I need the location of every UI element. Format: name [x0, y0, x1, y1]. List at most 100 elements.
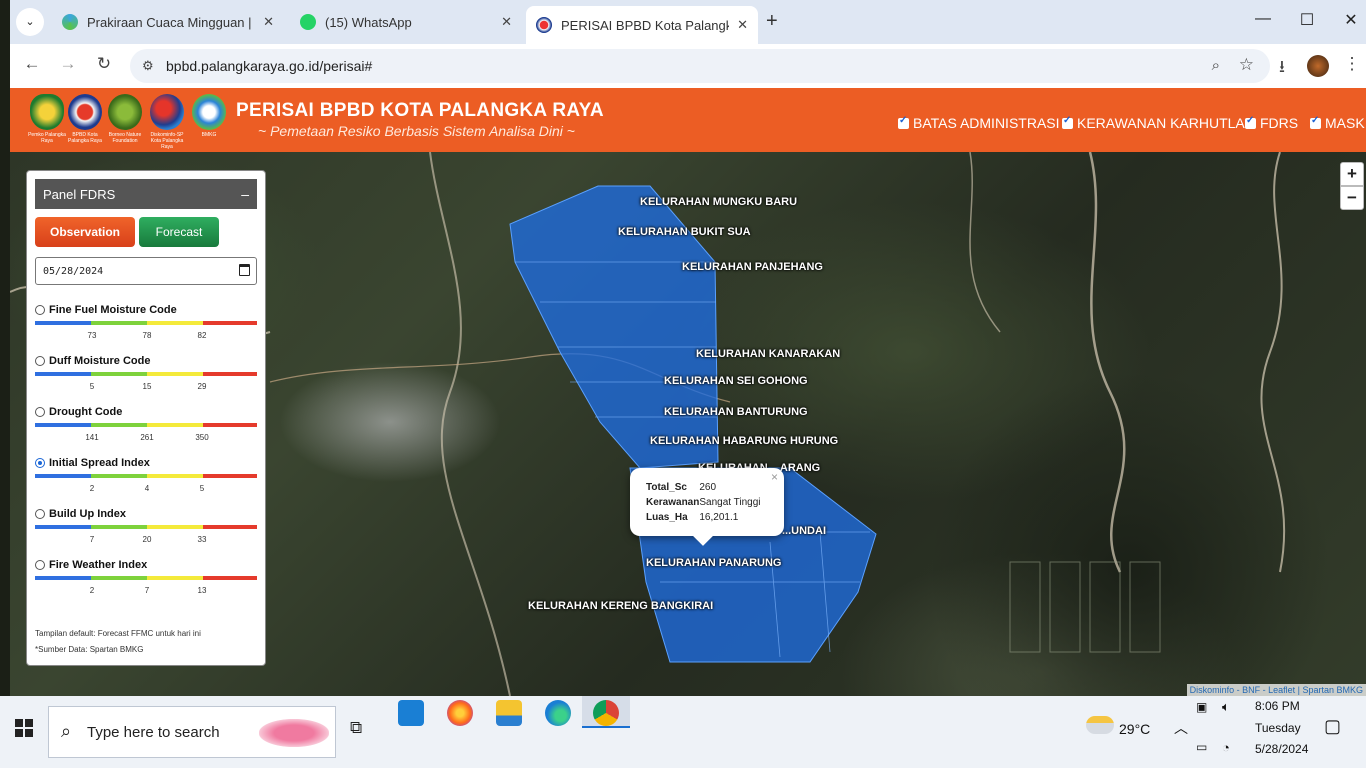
- index-label: Initial Spread Index: [49, 457, 150, 469]
- scale-segment: [203, 525, 257, 529]
- edge-icon[interactable]: [545, 700, 571, 726]
- calendar-icon[interactable]: [239, 264, 250, 276]
- radio-unselected[interactable]: [35, 305, 45, 315]
- map-attribution[interactable]: Diskominfo - BNF - Leaflet | Spartan BMK…: [1186, 684, 1366, 696]
- scale-threshold-label: 2: [89, 484, 95, 493]
- fdrs-index-option[interactable]: Duff Moisture Code 5 15 29: [35, 355, 257, 404]
- tab-bmkg[interactable]: Prakiraan Cuaca Mingguan | BMKG ✕: [52, 6, 284, 38]
- scale-segment: [35, 576, 91, 580]
- chrome-active-app[interactable]: [582, 696, 630, 728]
- search-highlight-icon: [259, 719, 329, 747]
- back-icon[interactable]: ←: [20, 54, 44, 74]
- tray-chevron-icon[interactable]: ︿: [1174, 718, 1188, 738]
- popup-row: Luas_Ha 16,201.1: [646, 510, 761, 525]
- clock-time[interactable]: 8:06 PM: [1255, 699, 1300, 713]
- new-tab-button[interactable]: +: [766, 10, 778, 33]
- scale-segment: [91, 321, 147, 325]
- task-view-icon[interactable]: ⧉: [350, 718, 362, 738]
- index-color-scale: [35, 423, 257, 427]
- popup-close-icon[interactable]: ×: [771, 470, 778, 484]
- scale-segment: [35, 474, 91, 478]
- scale-threshold-label: 5: [199, 484, 205, 493]
- layer-toggle-kerawanan-karhutla[interactable]: KERAWANAN KARHUTLA: [1062, 115, 1245, 131]
- menu-icon[interactable]: ⋮: [1340, 54, 1364, 74]
- tab-title: PERISAI BPBD Kota Palangka Raya: [561, 17, 729, 33]
- file-explorer-icon[interactable]: [496, 700, 522, 726]
- fdrs-index-option[interactable]: Fine Fuel Moisture Code 73 78 82: [35, 304, 257, 353]
- index-color-scale: [35, 474, 257, 478]
- windows-taskbar: ⌕ Type here to search ⧉ 29°C ︿ ▣ 🔈︎ ▭ ◔ …: [0, 696, 1366, 768]
- popup-key: Total_Sc: [646, 482, 687, 493]
- scale-threshold-label: 7: [89, 535, 95, 544]
- tab-list-dropdown-button[interactable]: ⌄: [16, 8, 44, 36]
- scale-threshold-label: 33: [197, 535, 207, 544]
- scale-segment: [203, 372, 257, 376]
- profile-avatar[interactable]: [1307, 55, 1329, 77]
- fdrs-index-option[interactable]: Initial Spread Index 2 4 5: [35, 457, 257, 506]
- index-color-scale: [35, 321, 257, 325]
- panel-minimize-button[interactable]: –: [241, 186, 249, 202]
- popup-value: 16,201.1: [699, 512, 739, 523]
- fdrs-index-option[interactable]: Drought Code 141 261 350: [35, 406, 257, 455]
- layer-toggle-mask[interactable]: MASK: [1310, 115, 1365, 131]
- radio-unselected[interactable]: [35, 560, 45, 570]
- kelurahan-label: KELURAHAN BANTURUNG: [664, 406, 808, 418]
- maximize-window-button[interactable]: ☐: [1292, 10, 1322, 30]
- kelurahan-label: KELURAHAN SEI GOHONG: [664, 375, 808, 387]
- clock-day[interactable]: Tuesday: [1255, 721, 1301, 735]
- taskbar-search-box[interactable]: ⌕ Type here to search: [48, 706, 336, 758]
- checkbox-checked-icon[interactable]: [898, 115, 909, 129]
- zoom-out-button[interactable]: −: [1340, 186, 1364, 210]
- radio-unselected[interactable]: [35, 509, 45, 519]
- layer-toggle-fdrs[interactable]: FDRS: [1245, 115, 1298, 131]
- download-icon[interactable]: ⭳: [1270, 54, 1294, 83]
- forward-icon[interactable]: →: [56, 54, 80, 74]
- tray-app-icon[interactable]: ▣: [1196, 700, 1207, 714]
- logo-caption: Borneo Nature Foundation: [108, 132, 142, 144]
- index-label: Fire Weather Index: [49, 559, 148, 571]
- mail-icon[interactable]: [398, 700, 424, 726]
- fdrs-index-option[interactable]: Build Up Index 7 20 33: [35, 508, 257, 557]
- weather-temperature[interactable]: 29°C: [1119, 721, 1150, 737]
- scale-segment: [147, 321, 203, 325]
- windows-start-icon[interactable]: [15, 719, 33, 737]
- radio-selected[interactable]: [35, 458, 45, 468]
- wifi-icon[interactable]: ◔: [1222, 740, 1230, 755]
- radio-unselected[interactable]: [35, 356, 45, 366]
- firefox-icon[interactable]: [447, 700, 473, 726]
- scale-threshold-label: 29: [197, 382, 207, 391]
- observation-button[interactable]: Observation: [35, 217, 135, 247]
- tab-whatsapp[interactable]: (15) WhatsApp ✕: [290, 6, 522, 38]
- reload-icon[interactable]: ↻: [92, 54, 116, 74]
- date-input[interactable]: 05/28/2024: [35, 257, 257, 285]
- checkbox-checked-icon[interactable]: [1062, 115, 1073, 129]
- zoom-search-icon[interactable]: ⌕: [1212, 57, 1220, 74]
- checkbox-checked-icon[interactable]: [1245, 115, 1256, 129]
- diskominfo-logo-icon: [150, 94, 184, 130]
- scale-threshold-label: 2: [89, 586, 95, 595]
- close-window-button[interactable]: ✕: [1336, 10, 1366, 30]
- layer-label: MASK: [1325, 115, 1365, 131]
- tab-perisai[interactable]: PERISAI BPBD Kota Palangka Raya ✕: [526, 6, 758, 44]
- forecast-button[interactable]: Forecast: [139, 217, 219, 247]
- address-bar[interactable]: ⚙ bpbd.palangkaraya.go.id/perisai# ⌕ ☆: [130, 49, 1270, 83]
- close-tab-icon[interactable]: ✕: [737, 17, 748, 33]
- close-tab-icon[interactable]: ✕: [263, 14, 274, 30]
- bookmark-star-icon[interactable]: ☆: [1239, 55, 1254, 75]
- layer-toggle-batas-administrasi[interactable]: BATAS ADMINISTRASI: [898, 115, 1060, 131]
- notifications-icon[interactable]: ▢: [1324, 716, 1341, 737]
- clock-date[interactable]: 5/28/2024: [1255, 742, 1308, 756]
- scale-threshold-label: 4: [144, 484, 150, 493]
- checkbox-checked-icon[interactable]: [1310, 115, 1321, 129]
- panel-header: Panel FDRS –: [35, 179, 257, 209]
- bpbd-favicon-icon: [536, 17, 552, 33]
- fdrs-panel: Panel FDRS – Observation Forecast 05/28/…: [26, 170, 266, 666]
- site-info-icon[interactable]: ⚙: [142, 58, 154, 74]
- radio-unselected[interactable]: [35, 407, 45, 417]
- minimize-window-button[interactable]: —: [1248, 10, 1278, 28]
- volume-icon[interactable]: 🔈︎: [1222, 699, 1230, 715]
- zoom-in-button[interactable]: +: [1340, 162, 1364, 186]
- battery-icon[interactable]: ▭: [1196, 740, 1207, 754]
- close-tab-icon[interactable]: ✕: [501, 14, 512, 30]
- fdrs-index-option[interactable]: Fire Weather Index 2 7 13: [35, 559, 257, 608]
